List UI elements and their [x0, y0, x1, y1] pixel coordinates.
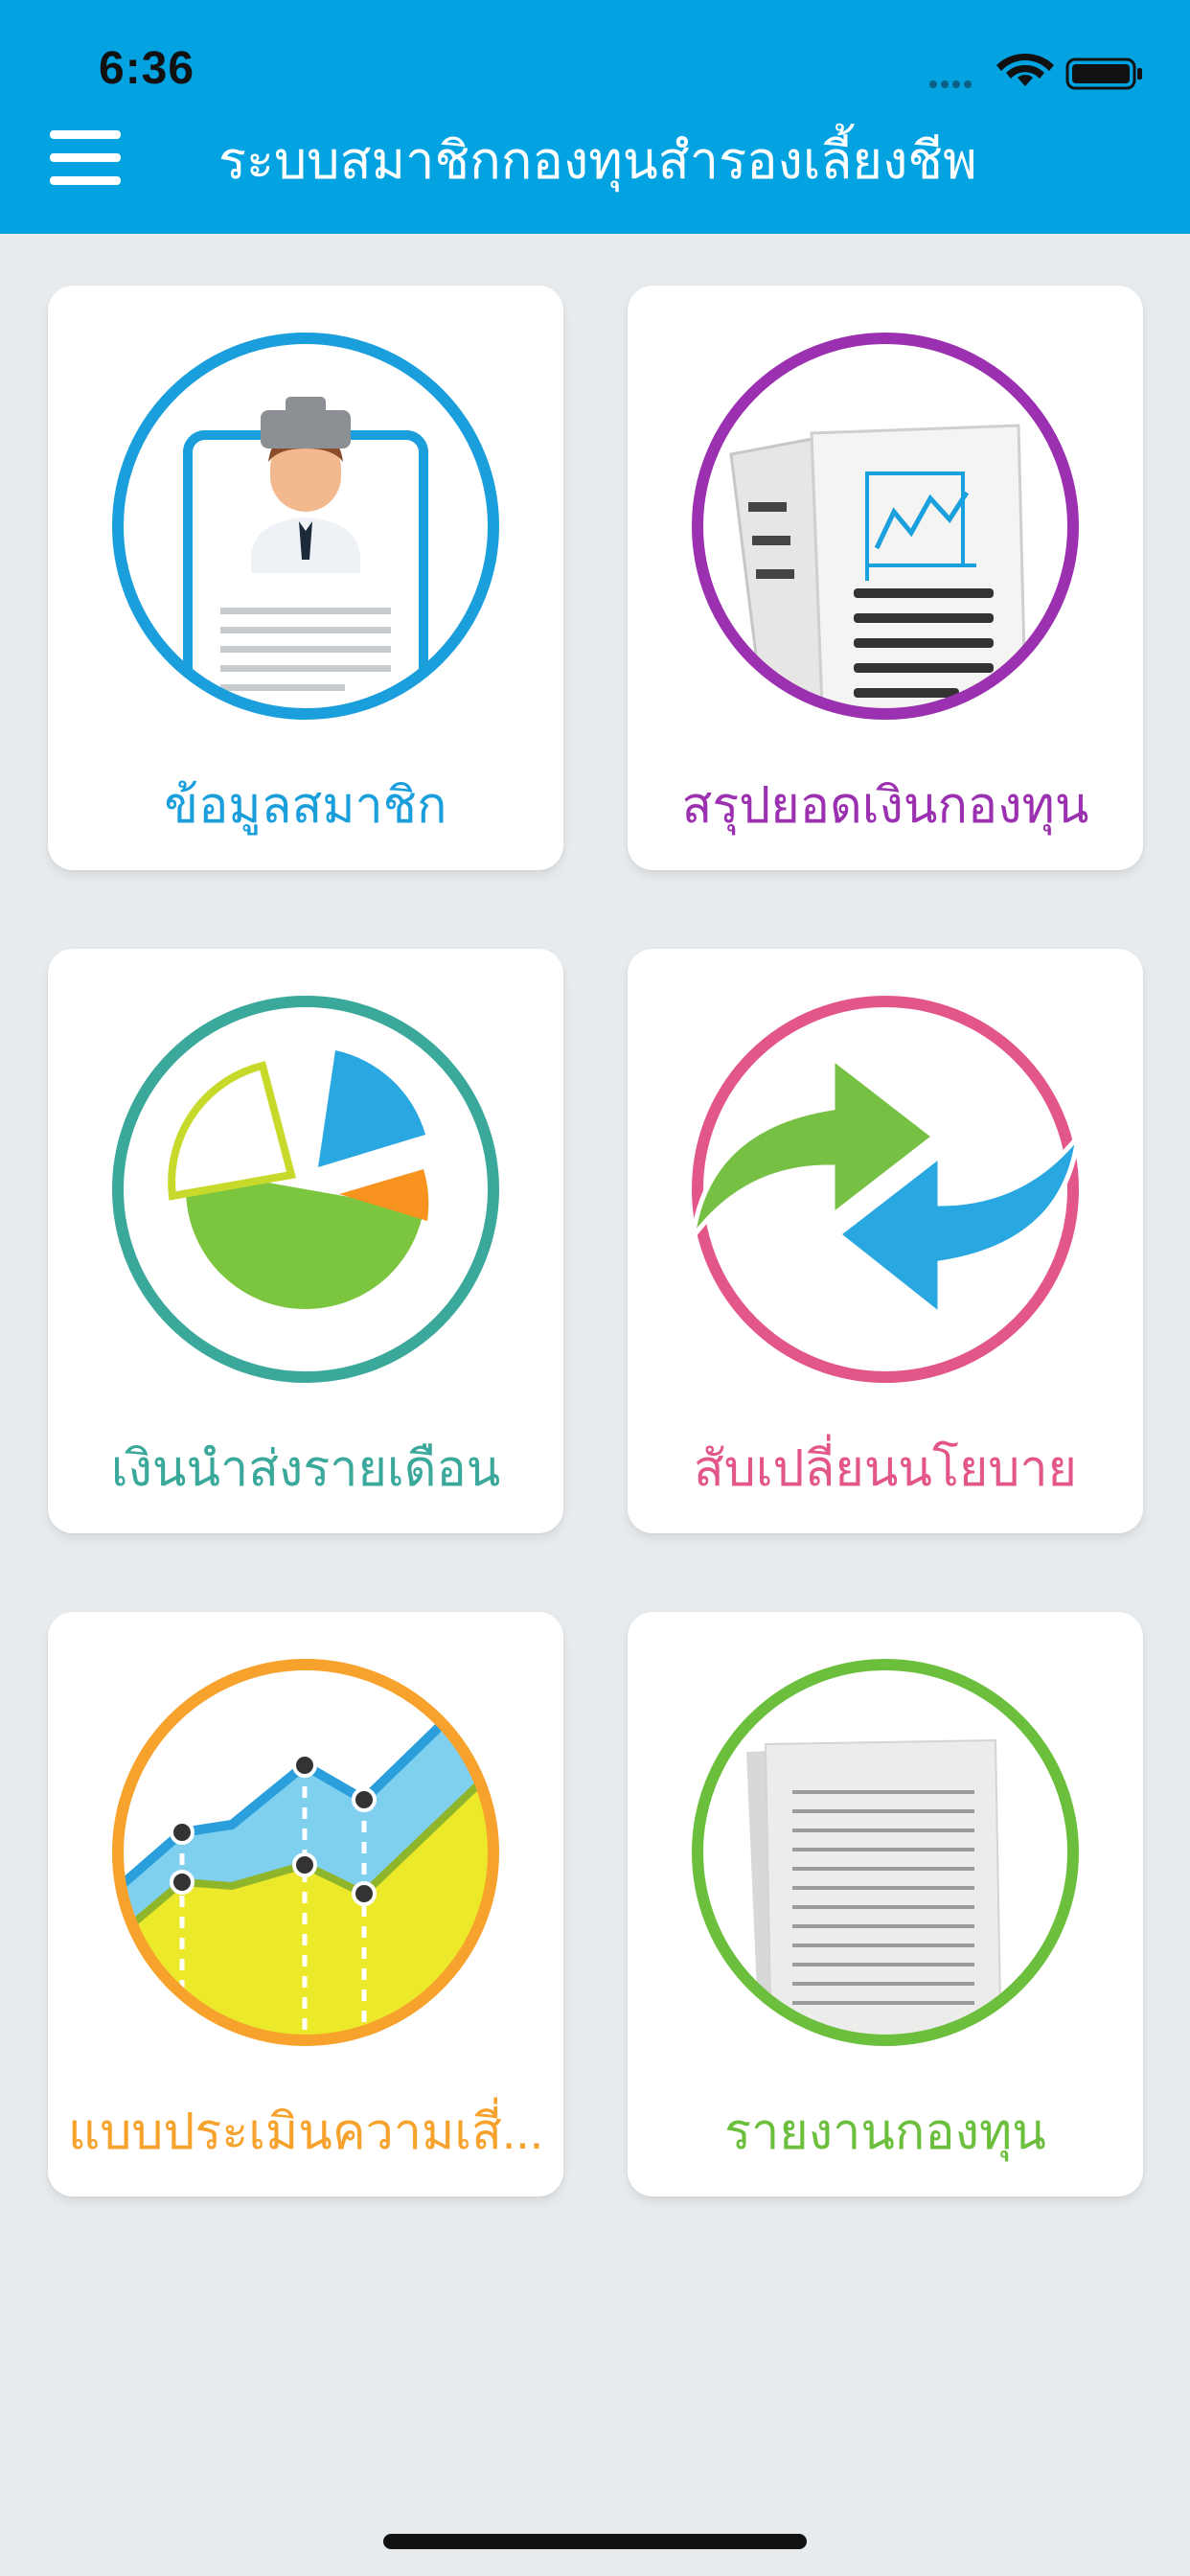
pie-chart-icon — [112, 996, 499, 1383]
page-title: ระบบสมาชิกกองทุนสำรองเลี้ยงชีพ — [218, 132, 977, 190]
hamburger-menu-icon[interactable] — [46, 126, 126, 188]
app-header: 6:36 ระบบสมาชิกกองทุนสำรองเลี้ยงชีพ — [0, 0, 1190, 234]
menu-card-switch-policy[interactable]: สับเปลี่ยนนโยบาย — [628, 949, 1143, 1533]
menu-label-monthly-contribution: เงินนำส่งรายเดือน — [110, 1441, 501, 1497]
battery-icon — [1065, 58, 1142, 90]
menu-label-risk-assessment: แบบประเมินความเสี่... — [67, 2104, 544, 2160]
menu-label-member-info: ข้อมูลสมาชิก — [164, 778, 447, 834]
document-stack-icon — [692, 1659, 1079, 2046]
menu-label-fund-report: รายงานกองทุน — [724, 2104, 1046, 2160]
menu-label-fund-summary: สรุปยอดเงินกองทุน — [681, 778, 1089, 834]
switch-arrows-icon — [690, 996, 1082, 1383]
menu-card-member-info[interactable]: ข้อมูลสมาชิก — [48, 286, 563, 870]
status-icons — [929, 53, 1142, 90]
home-indicator[interactable] — [383, 2534, 807, 2549]
menu-card-fund-summary[interactable]: สรุปยอดเงินกองทุน — [628, 286, 1143, 870]
menu-card-monthly-contribution[interactable]: เงินนำส่งรายเดือน — [48, 949, 563, 1533]
area-chart-icon — [112, 1659, 499, 2046]
wifi-icon — [996, 53, 1054, 86]
menu-label-switch-policy: สับเปลี่ยนนโยบาย — [693, 1441, 1078, 1497]
menu-card-fund-report[interactable]: รายงานกองทุน — [628, 1612, 1143, 2196]
fund-summary-report-icon — [692, 333, 1079, 720]
member-id-card-icon — [112, 333, 499, 720]
cellular-signal-icon — [929, 80, 972, 88]
menu-card-risk-assessment[interactable]: แบบประเมินความเสี่... — [48, 1612, 563, 2196]
status-time: 6:36 — [99, 43, 195, 94]
